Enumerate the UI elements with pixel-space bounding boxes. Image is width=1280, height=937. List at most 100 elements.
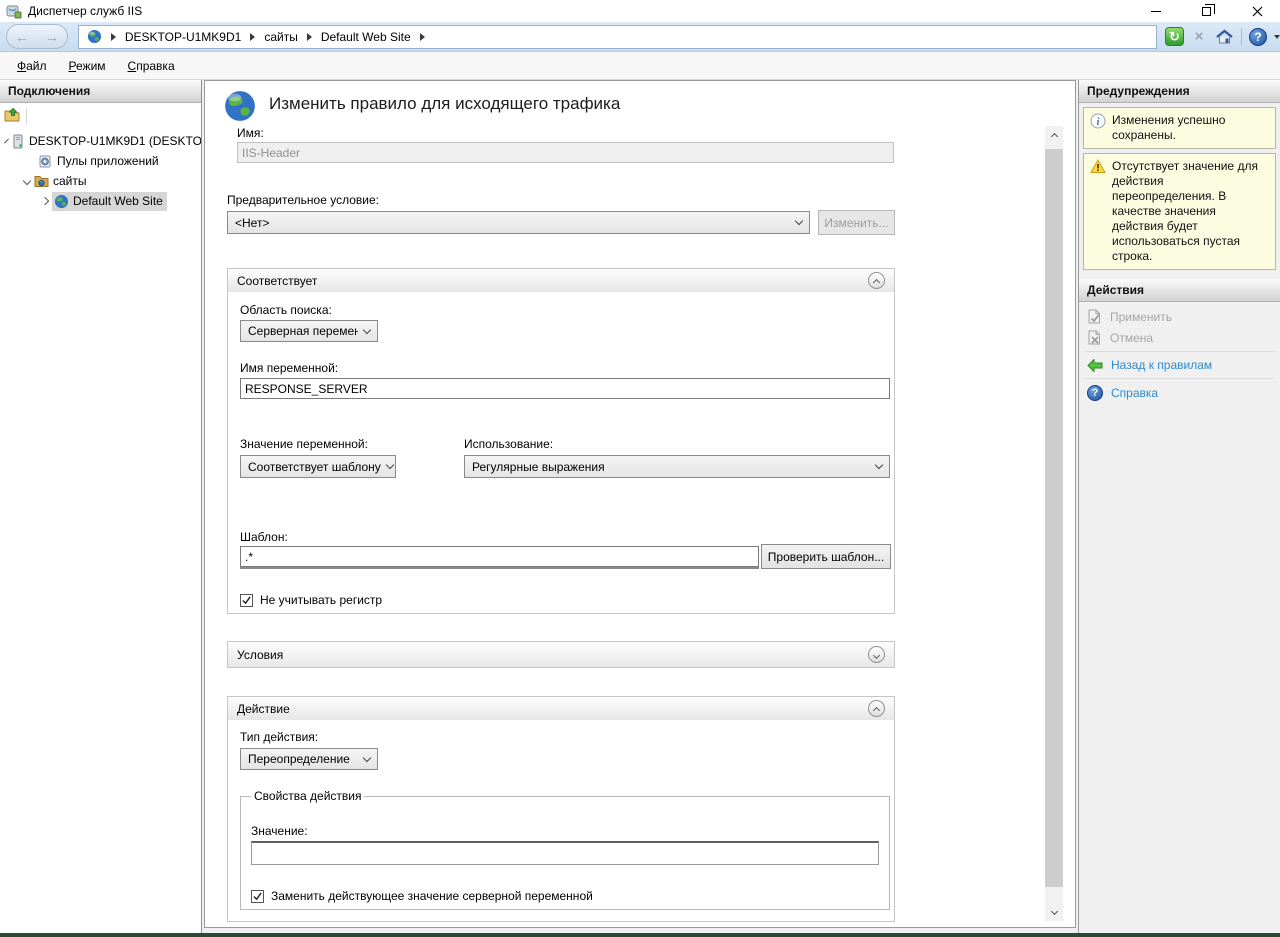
help-icon[interactable]: ? xyxy=(1249,28,1267,46)
globe-icon xyxy=(87,29,102,44)
right-panel: Предупреждения i Изменения успешно сохра… xyxy=(1078,80,1280,933)
variable-name-field[interactable] xyxy=(240,378,890,399)
help-dropdown-icon[interactable] xyxy=(1274,35,1280,39)
menu-view[interactable]: Режим xyxy=(58,54,117,78)
ignore-case-checkbox[interactable] xyxy=(240,594,253,607)
scope-label: Область поиска: xyxy=(240,303,332,317)
pattern-label: Шаблон: xyxy=(240,530,288,544)
window-bottom-edge xyxy=(0,933,1280,937)
connections-panel: Подключения DESKTOP-U1MK9D1 (DESKTOP xyxy=(0,80,202,933)
value-field[interactable] xyxy=(251,841,879,865)
chevron-down-icon xyxy=(386,461,394,469)
ignore-case-row: Не учитывать регистр xyxy=(240,593,382,607)
apply-icon xyxy=(1087,309,1102,324)
conditions-section: Условия xyxy=(227,641,895,668)
back-nav-icon[interactable]: ← xyxy=(15,30,29,44)
address-bar[interactable]: DESKTOP-U1MK9D1 сайты Default Web Site xyxy=(78,25,1157,49)
alert-text: Изменения успешно сохранены. xyxy=(1112,113,1269,143)
chevron-down-icon xyxy=(363,753,371,761)
toolbar-icons: ↻ × ? xyxy=(1165,27,1280,47)
titlebar: Диспетчер служб IIS xyxy=(0,0,1280,22)
app-pools-icon xyxy=(38,154,53,169)
scroll-up-button[interactable] xyxy=(1045,126,1063,143)
checkmark-icon xyxy=(242,596,251,605)
forward-nav-icon[interactable]: → xyxy=(45,30,59,44)
separator xyxy=(1085,378,1274,379)
precondition-label: Предварительное условие: xyxy=(227,193,379,207)
cancel-icon xyxy=(1087,330,1102,345)
breadcrumb-arrow-icon[interactable] xyxy=(307,33,312,41)
action-apply[interactable]: Применить xyxy=(1079,306,1280,327)
breadcrumb-sites[interactable]: сайты xyxy=(264,30,298,44)
variable-name-label: Имя переменной: xyxy=(240,361,338,375)
action-cancel[interactable]: Отмена xyxy=(1079,327,1280,348)
precondition-select[interactable]: <Нет> xyxy=(227,211,810,234)
alerts-header: Предупреждения xyxy=(1079,80,1280,103)
save-connection-icon[interactable] xyxy=(4,108,20,123)
action-properties-title: Свойства действия xyxy=(251,789,364,803)
window-title: Диспетчер служб IIS xyxy=(28,4,142,18)
menu-help[interactable]: Справка xyxy=(117,54,186,78)
action-back-to-rules[interactable]: Назад к правилам xyxy=(1079,355,1280,375)
chevron-down-icon[interactable] xyxy=(23,177,31,185)
chevron-down-icon[interactable] xyxy=(4,139,9,144)
action-label: Отмена xyxy=(1110,331,1153,345)
navigation-buttons: ← → xyxy=(6,24,68,49)
collapse-toggle[interactable] xyxy=(868,700,885,717)
ignore-case-label: Не учитывать регистр xyxy=(260,593,382,607)
globe-icon xyxy=(223,89,257,123)
replace-value-label: Заменить действующее значение серверной … xyxy=(271,889,593,903)
breadcrumb-server[interactable]: DESKTOP-U1MK9D1 xyxy=(125,30,241,44)
tree-item-sites[interactable]: сайты xyxy=(0,171,201,191)
home-icon[interactable] xyxy=(1214,27,1234,47)
chevron-right-icon[interactable] xyxy=(41,197,49,205)
refresh-icon[interactable]: ↻ xyxy=(1165,27,1184,46)
action-type-select[interactable]: Переопределение xyxy=(240,748,378,770)
name-label: Имя: xyxy=(237,126,264,140)
replace-value-checkbox[interactable] xyxy=(251,890,264,903)
tree-item-server[interactable]: DESKTOP-U1MK9D1 (DESKTOP xyxy=(0,131,201,151)
action-label: Применить xyxy=(1110,310,1172,324)
pattern-field[interactable] xyxy=(240,546,759,567)
tree-item-label: сайты xyxy=(53,174,87,188)
connections-tree: DESKTOP-U1MK9D1 (DESKTOP Пулы приложений… xyxy=(0,128,201,211)
breadcrumb-arrow-icon[interactable] xyxy=(420,33,425,41)
scrollbar-thumb[interactable] xyxy=(1045,149,1063,887)
edit-precondition-button[interactable]: Изменить... xyxy=(818,210,895,235)
main-scrollbar[interactable] xyxy=(1045,126,1063,921)
scope-select[interactable]: Серверная переменн xyxy=(240,320,378,342)
action-help[interactable]: ? Справка xyxy=(1079,382,1280,404)
menubar: Файл Режим Справка xyxy=(0,52,1280,80)
expand-toggle[interactable] xyxy=(868,646,885,663)
tree-item-default-web-site[interactable]: Default Web Site xyxy=(0,191,201,211)
match-section: Соответствует Область поиска: Серверная … xyxy=(227,268,895,614)
breadcrumb-default-web-site[interactable]: Default Web Site xyxy=(321,30,411,44)
variable-value-select[interactable]: Соответствует шаблону xyxy=(240,455,396,478)
separator xyxy=(1085,351,1274,352)
scroll-down-button[interactable] xyxy=(1045,904,1063,921)
svg-text:i: i xyxy=(1097,117,1100,128)
action-label: Назад к правилам xyxy=(1111,358,1212,372)
minimize-button[interactable] xyxy=(1133,0,1178,22)
using-select[interactable]: Регулярные выражения xyxy=(464,455,890,478)
iis-manager-window: Диспетчер служб IIS ← → DESKTOP-U1MK9D1 … xyxy=(0,0,1280,937)
action-properties-group: Свойства действия Значение: Заменить дей… xyxy=(240,789,890,910)
action-label: Справка xyxy=(1111,386,1158,400)
name-field[interactable] xyxy=(237,142,894,163)
test-pattern-button[interactable]: Проверить шаблон... xyxy=(761,544,891,569)
restore-button[interactable] xyxy=(1184,0,1229,22)
back-arrow-icon xyxy=(1087,359,1103,372)
breadcrumb-arrow-icon[interactable] xyxy=(111,33,116,41)
tree-item-app-pools[interactable]: Пулы приложений xyxy=(0,151,201,171)
app-icon xyxy=(6,3,22,19)
selected-tree-item[interactable]: Default Web Site xyxy=(52,192,167,211)
address-toolbar: ← → DESKTOP-U1MK9D1 сайты Default Web Si… xyxy=(0,22,1280,52)
stop-icon[interactable]: × xyxy=(1189,27,1209,47)
close-button[interactable] xyxy=(1235,0,1280,22)
collapse-toggle[interactable] xyxy=(868,272,885,289)
connections-header: Подключения xyxy=(0,80,201,103)
menu-file[interactable]: Файл xyxy=(6,54,58,78)
tree-item-label: DESKTOP-U1MK9D1 (DESKTOP xyxy=(29,134,201,148)
chevron-down-icon xyxy=(363,325,371,333)
breadcrumb-arrow-icon[interactable] xyxy=(250,33,255,41)
